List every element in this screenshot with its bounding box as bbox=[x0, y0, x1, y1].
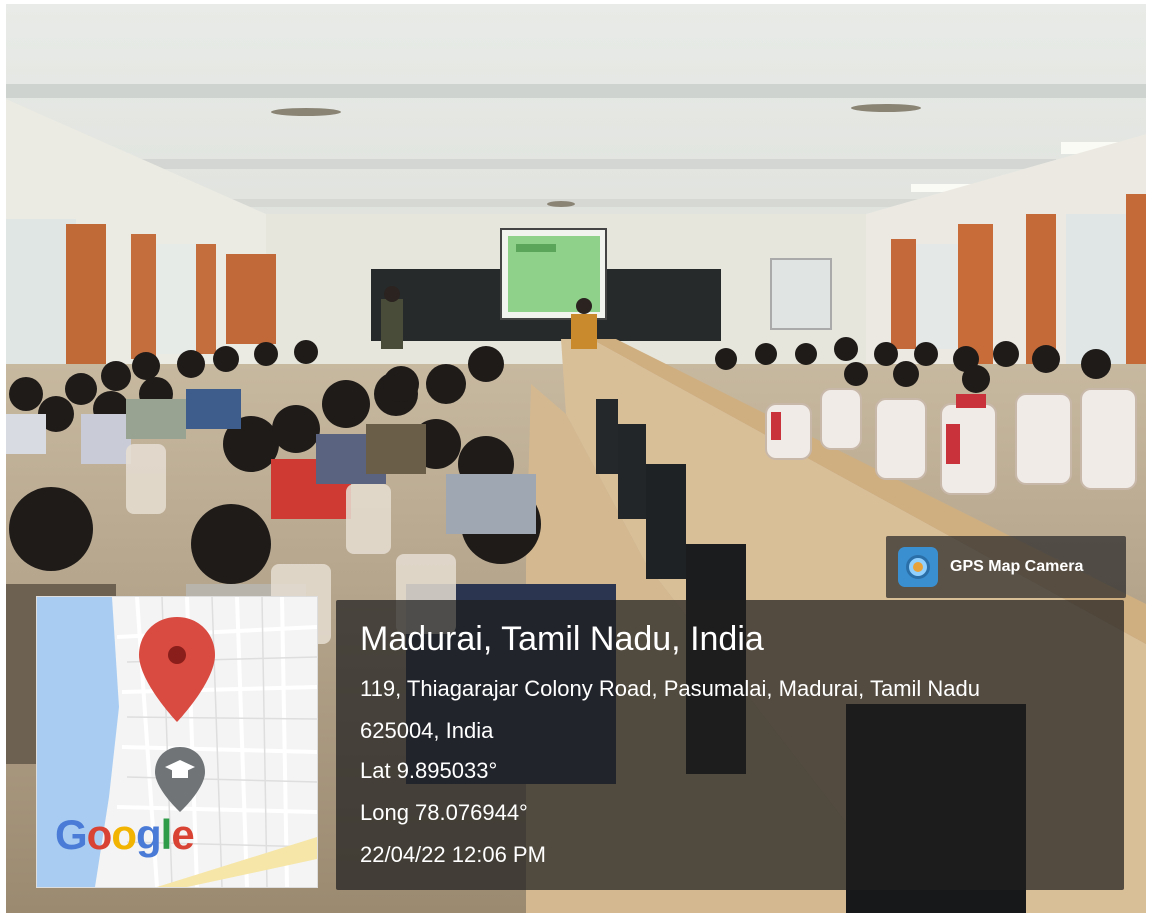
longitude-text: Long 78.076944° bbox=[360, 800, 528, 825]
datetime-text: 22/04/22 12:06 PM bbox=[360, 842, 546, 867]
address-line-2: 625004, India bbox=[360, 718, 494, 743]
photo-frame: GPS Map Camera Google Madurai, Tamil Nad… bbox=[6, 4, 1146, 913]
location-title: Madurai, Tamil Nadu, India bbox=[360, 620, 764, 658]
google-logo: Google bbox=[55, 811, 195, 858]
app-label: GPS Map Camera bbox=[950, 558, 1084, 575]
latitude-text: Lat 9.895033° bbox=[360, 758, 498, 783]
gps-map-camera-badge: GPS Map Camera bbox=[886, 536, 1126, 598]
address-line-1: 119, Thiagarajar Colony Road, Pasumalai,… bbox=[360, 676, 980, 701]
location-info-panel: Madurai, Tamil Nadu, India 119, Thiagara… bbox=[336, 600, 1124, 890]
gps-map-camera-icon bbox=[898, 547, 938, 587]
mini-map: Google bbox=[36, 596, 318, 888]
